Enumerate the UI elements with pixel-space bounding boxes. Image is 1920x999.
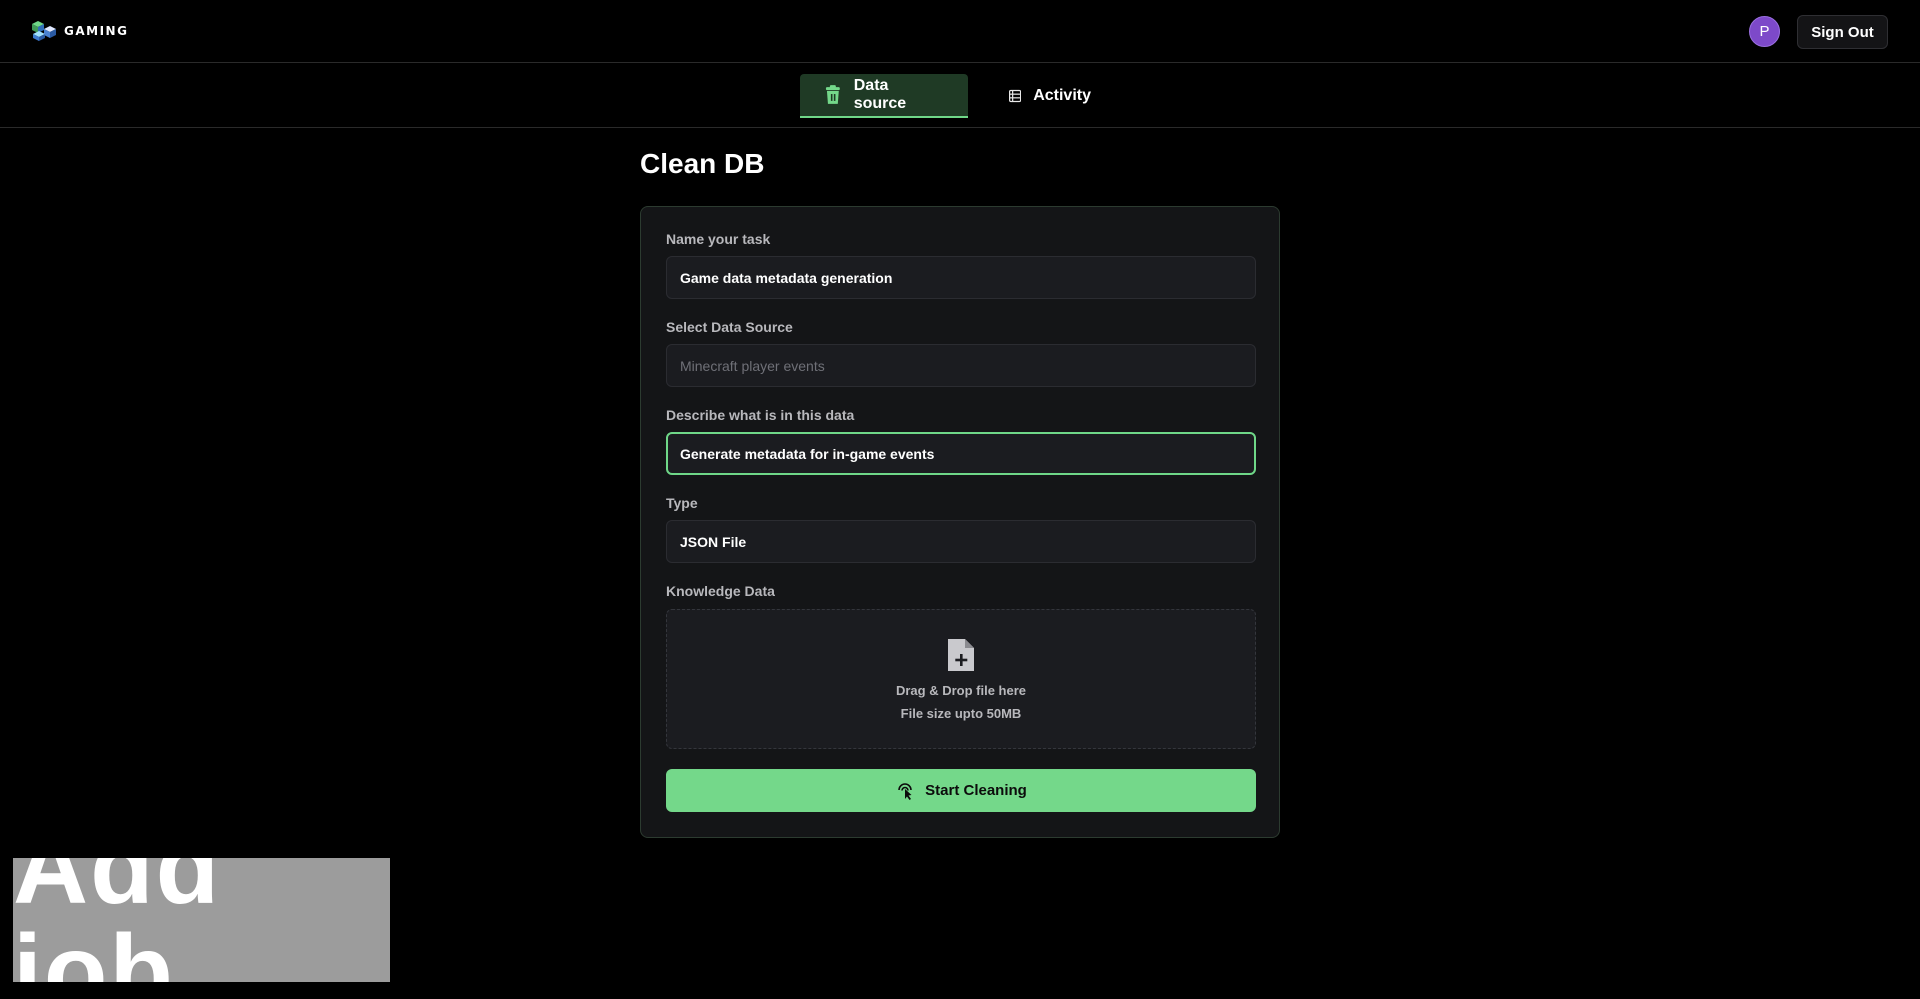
file-dropzone[interactable]: Drag & Drop file here File size upto 50M… [666,609,1256,749]
clean-db-form-card: Name your task Game data metadata genera… [640,206,1280,838]
tab-activity[interactable]: Activity [985,74,1115,118]
knowledge-data-label: Knowledge Data [666,583,775,599]
top-navbar: GAMING P Sign Out [0,0,1920,63]
file-add-icon [948,639,974,671]
description-input[interactable]: Generate metadata for in-game events [666,432,1256,475]
cube-logo-icon [32,21,56,41]
dropzone-size-limit: File size upto 50MB [900,706,1022,721]
tab-bar: Data source Activity [0,63,1920,128]
page-title: Clean DB [640,148,765,179]
tab-data-source[interactable]: Data source [800,74,968,118]
type-label: Type [666,495,698,511]
table-list-icon [1009,89,1022,103]
data-source-label: Select Data Source [666,319,793,335]
logo-wordmark: GAMING [64,24,129,38]
trash-bin-icon [825,85,840,104]
data-source-select[interactable]: Minecraft player events [666,344,1256,387]
tab-data-source-label: Data source [853,77,907,112]
user-avatar[interactable]: P [1749,16,1780,47]
task-name-label: Name your task [666,231,771,247]
touch-pointer-icon [898,782,912,800]
start-cleaning-button[interactable]: Start Cleaning [666,769,1256,812]
dropzone-instruction: Drag & Drop file here [895,683,1027,698]
sign-out-button[interactable]: Sign Out [1797,15,1888,49]
start-cleaning-label: Start Cleaning [925,782,1027,799]
brand-logo[interactable]: GAMING [30,20,128,42]
task-name-input[interactable]: Game data metadata generation [666,256,1256,299]
tab-activity-label: Activity [1033,87,1091,104]
type-select[interactable]: JSON File [666,520,1256,563]
description-label: Describe what is in this data [666,407,855,423]
add-job-overlay-label: Add job [13,858,390,982]
